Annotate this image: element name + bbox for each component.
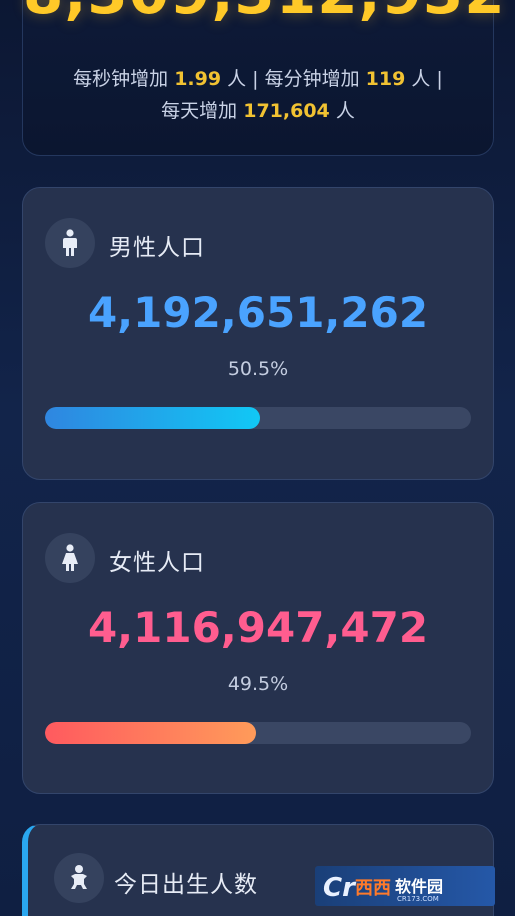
male-population-card: 男性人口 4,192,651,262 50.5% bbox=[22, 187, 494, 480]
svg-text:CR173.COM: CR173.COM bbox=[397, 895, 439, 903]
female-population-card: 女性人口 4,116,947,472 49.5% bbox=[22, 502, 494, 794]
rate-day-value: 171,604 bbox=[243, 100, 330, 122]
svg-text:Cr: Cr bbox=[323, 873, 357, 903]
total-population-count: 8,309,312,932 bbox=[23, 0, 505, 27]
rate-minute-value: 119 bbox=[365, 68, 406, 90]
female-person-icon bbox=[45, 533, 95, 583]
male-progress-track bbox=[45, 407, 471, 429]
svg-text:西西: 西西 bbox=[355, 878, 391, 899]
female-percent: 49.5% bbox=[227, 673, 289, 695]
svg-text:软件园: 软件园 bbox=[395, 877, 443, 896]
male-population-count: 4,192,651,262 bbox=[87, 288, 429, 337]
rate-day-unit: 人 bbox=[335, 100, 355, 122]
female-progress-track bbox=[45, 722, 471, 744]
growth-rate-text: 每秒钟增加 1.99 人 | 每分钟增加 119 人 | 每天增加 171,60… bbox=[63, 63, 453, 127]
male-card-title: 男性人口 bbox=[109, 235, 205, 261]
male-percent: 50.5% bbox=[227, 358, 289, 380]
male-progress-fill bbox=[45, 407, 261, 429]
male-person-icon bbox=[45, 218, 95, 268]
births-card-title: 今日出生人数 bbox=[114, 872, 258, 898]
female-population-count: 4,116,947,472 bbox=[87, 603, 429, 652]
rate-second-value: 1.99 bbox=[174, 68, 222, 90]
rate-second-label: 每秒钟增加 bbox=[73, 68, 169, 90]
female-progress-fill bbox=[45, 722, 256, 744]
female-card-title: 女性人口 bbox=[109, 550, 205, 576]
baby-icon bbox=[54, 853, 104, 903]
watermark-logo: Cr 西西 软件园 CR173.COM bbox=[315, 866, 495, 906]
rate-minute-label: 人 | 每分钟增加 bbox=[227, 68, 360, 90]
total-population-panel: 8,309,312,932 每秒钟增加 1.99 人 | 每分钟增加 119 人… bbox=[22, 0, 505, 156]
